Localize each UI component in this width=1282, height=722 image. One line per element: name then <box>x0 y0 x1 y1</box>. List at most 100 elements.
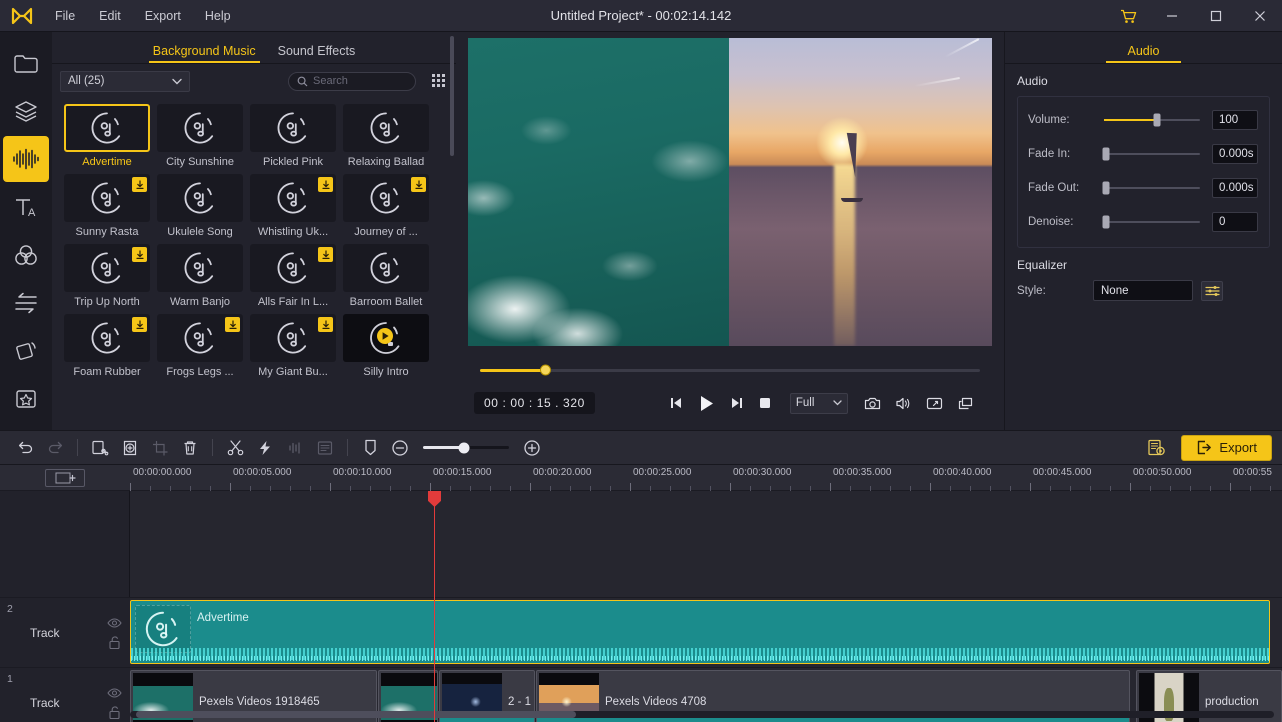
music-item[interactable]: My Giant Bu... <box>250 314 336 378</box>
track-lane[interactable]: Advertime <box>130 597 1282 667</box>
music-item[interactable]: Warm Banjo <box>157 244 243 308</box>
expand-icon[interactable] <box>926 396 943 411</box>
sidebar-item-stickers[interactable] <box>3 88 49 134</box>
music-thumbnail[interactable] <box>343 104 429 152</box>
play-icon[interactable] <box>697 394 716 413</box>
zoom-handle[interactable] <box>458 442 470 453</box>
track-header[interactable]: 1 Track <box>0 667 130 722</box>
scene-detect-button[interactable] <box>85 435 115 461</box>
menu-item-help[interactable]: Help <box>194 4 242 28</box>
redo-button[interactable] <box>40 435 70 461</box>
search-input[interactable] <box>313 75 407 87</box>
download-icon[interactable] <box>132 247 147 262</box>
music-thumbnail[interactable] <box>157 244 243 292</box>
export-button[interactable]: Export <box>1181 434 1272 461</box>
music-item[interactable]: Pickled Pink <box>250 104 336 168</box>
audio-property-slider[interactable] <box>1102 215 1200 229</box>
music-item[interactable]: Trip Up North <box>64 244 150 308</box>
slider-track[interactable] <box>1102 181 1200 195</box>
music-item[interactable]: Whistling Uk... <box>250 174 336 238</box>
step-forward-icon[interactable] <box>730 396 744 410</box>
slider-handle[interactable] <box>1153 113 1161 127</box>
timeline-hscrollbar[interactable] <box>130 711 1282 720</box>
render-preview-icon[interactable] <box>1141 435 1171 461</box>
zoom-track[interactable] <box>423 442 509 453</box>
sidebar-item-titles[interactable]: A <box>3 184 49 230</box>
step-backward-icon[interactable] <box>669 396 683 410</box>
audio-property-slider[interactable] <box>1104 113 1200 127</box>
music-item[interactable]: Frogs Legs ... <box>157 314 243 378</box>
music-thumbnail[interactable] <box>250 104 336 152</box>
minimize-icon[interactable] <box>1150 0 1194 32</box>
slider-track[interactable] <box>1102 215 1200 229</box>
download-icon[interactable] <box>132 317 147 332</box>
camera-icon[interactable] <box>864 396 881 411</box>
audio-property-value[interactable]: 0.000s <box>1212 144 1258 164</box>
timeline-ruler[interactable]: 00:00:00.000 00:00:05.000 00:00:10.000 00:0… <box>0 465 1282 491</box>
music-item[interactable]: Ukulele Song <box>157 174 243 238</box>
seek-bar[interactable] <box>480 364 980 376</box>
music-thumbnail[interactable] <box>343 174 429 222</box>
undo-button[interactable] <box>10 435 40 461</box>
sidebar-item-media[interactable] <box>3 40 49 86</box>
music-thumbnail[interactable] <box>157 314 243 362</box>
music-item[interactable]: Alls Fair In L... <box>250 244 336 308</box>
audio-detach-button[interactable] <box>280 435 310 461</box>
slider-handle[interactable] <box>1102 181 1110 195</box>
music-item[interactable]: Relaxing Ballad <box>343 104 429 168</box>
music-thumbnail[interactable] <box>64 174 150 222</box>
audio-property-value[interactable]: 0.000s <box>1212 178 1258 198</box>
music-item[interactable]: Foam Rubber <box>64 314 150 378</box>
download-icon[interactable] <box>318 177 333 192</box>
tab-background-music[interactable]: Background Music <box>148 44 260 63</box>
track-header[interactable]: 2 Track <box>0 597 130 667</box>
eye-icon[interactable] <box>107 616 122 629</box>
tab-audio[interactable]: Audio <box>1105 44 1182 63</box>
download-icon[interactable] <box>318 317 333 332</box>
slider-handle[interactable] <box>1102 147 1110 161</box>
search-box[interactable] <box>288 71 416 91</box>
lock-open-icon[interactable] <box>107 706 122 720</box>
music-item[interactable]: Silly Intro <box>343 314 429 378</box>
slider-track[interactable] <box>1102 147 1200 161</box>
download-icon[interactable] <box>225 317 240 332</box>
menu-item-edit[interactable]: Edit <box>88 4 132 28</box>
music-item[interactable]: Advertime <box>64 104 150 168</box>
split-button[interactable] <box>220 435 250 461</box>
music-thumbnail[interactable] <box>157 174 243 222</box>
category-select[interactable]: All (25) <box>60 70 190 92</box>
video-preview[interactable] <box>468 38 992 346</box>
marker-button[interactable] <box>355 435 385 461</box>
sidebar-item-elements[interactable] <box>3 376 49 422</box>
download-icon[interactable] <box>411 177 426 192</box>
maximize-icon[interactable] <box>1194 0 1238 32</box>
audio-property-slider[interactable] <box>1102 147 1200 161</box>
slider-track[interactable] <box>1104 113 1200 127</box>
lock-open-icon[interactable] <box>107 636 122 650</box>
add-track-button[interactable] <box>45 469 85 487</box>
sidebar-item-split-screen[interactable] <box>3 328 49 374</box>
music-item[interactable]: City Sunshine <box>157 104 243 168</box>
quality-select[interactable]: Full <box>789 392 848 414</box>
seek-handle[interactable] <box>540 364 551 376</box>
equalizer-style-select[interactable]: None <box>1093 280 1193 301</box>
download-icon[interactable] <box>132 177 147 192</box>
tab-sound-effects[interactable]: Sound Effects <box>278 44 356 63</box>
audio-property-value[interactable]: 100 <box>1212 110 1258 130</box>
slider-handle[interactable] <box>1102 215 1110 229</box>
zoom-out-icon[interactable] <box>385 435 415 461</box>
delete-button[interactable] <box>175 435 205 461</box>
color-match-button[interactable] <box>310 435 340 461</box>
music-item[interactable]: Sunny Rasta <box>64 174 150 238</box>
close-icon[interactable] <box>1238 0 1282 32</box>
eye-icon[interactable] <box>107 686 122 699</box>
timeline-zoom-slider[interactable] <box>423 441 509 455</box>
equalizer-sliders-icon[interactable] <box>1201 280 1223 301</box>
sidebar-item-audio[interactable] <box>3 136 49 182</box>
library-scrollbar[interactable] <box>450 36 454 156</box>
music-thumbnail[interactable] <box>64 244 150 292</box>
menu-item-export[interactable]: Export <box>134 4 192 28</box>
audio-property-value[interactable]: 0 <box>1212 212 1258 232</box>
music-thumbnail[interactable] <box>64 104 150 152</box>
music-thumbnail[interactable] <box>343 244 429 292</box>
